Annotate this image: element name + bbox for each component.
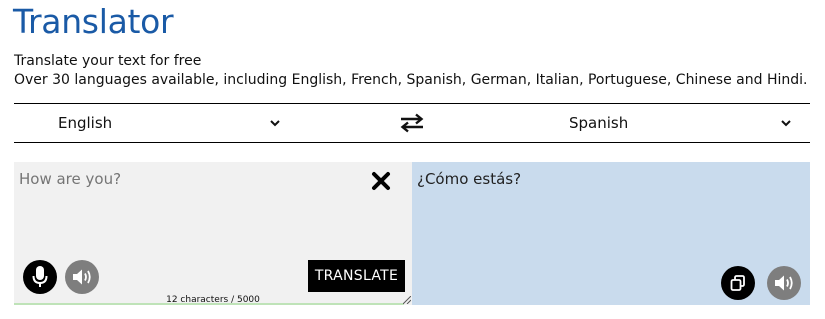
speaker-icon — [775, 275, 793, 291]
close-icon[interactable] — [371, 171, 391, 191]
speak-source-button[interactable] — [65, 260, 99, 294]
page-title: Translator — [13, 2, 174, 41]
source-language-select[interactable]: English — [58, 104, 282, 142]
target-language-label: Spanish — [569, 114, 629, 132]
page-description: Over 30 languages available, including E… — [14, 72, 808, 88]
microphone-button[interactable] — [23, 260, 57, 294]
translate-button[interactable]: TRANSLATE — [308, 260, 405, 292]
target-panel: ¿Cómo estás? — [412, 162, 810, 305]
target-language-select[interactable]: Spanish — [569, 104, 793, 142]
source-text-input[interactable] — [19, 170, 359, 188]
resize-handle-icon[interactable] — [403, 296, 411, 304]
chevron-down-icon — [781, 120, 791, 127]
microphone-icon — [32, 266, 48, 287]
language-bar: English Spanish — [14, 103, 810, 143]
page-subtitle: Translate your text for free — [14, 53, 202, 69]
source-panel: TRANSLATE 12 characters / 5000 — [14, 162, 412, 305]
translated-text: ¿Cómo estás? — [417, 170, 522, 188]
copy-button[interactable] — [721, 266, 755, 300]
speak-target-button[interactable] — [767, 266, 801, 300]
copy-icon — [730, 275, 745, 291]
swap-arrows-icon[interactable] — [400, 113, 424, 133]
chevron-down-icon — [270, 120, 280, 127]
source-language-label: English — [58, 114, 113, 132]
speaker-icon — [73, 269, 91, 285]
character-count-bar — [14, 303, 404, 305]
